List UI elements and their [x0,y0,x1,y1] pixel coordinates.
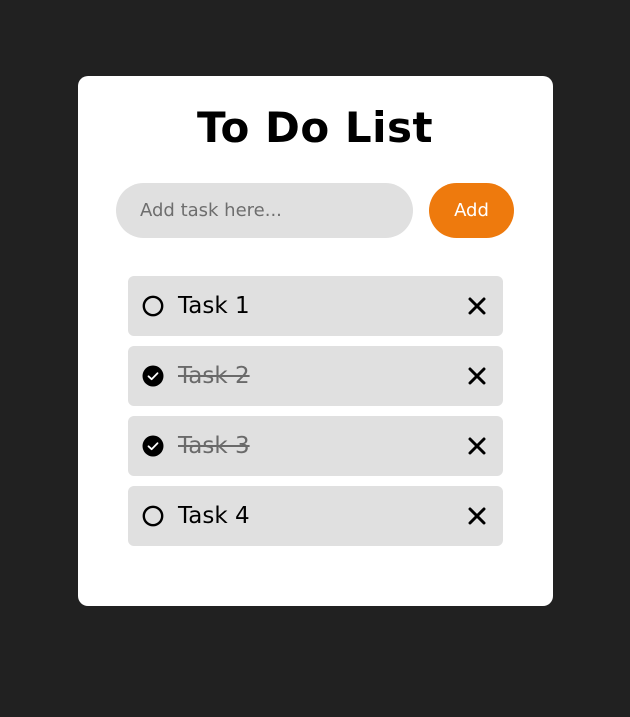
task-row[interactable]: Task 3 [128,416,503,476]
check-circle-icon[interactable] [142,435,164,457]
task-input[interactable] [116,183,413,238]
close-icon[interactable] [467,436,487,456]
close-icon[interactable] [467,366,487,386]
task-label: Task 1 [178,293,250,319]
close-icon[interactable] [467,506,487,526]
task-label: Task 2 [178,363,250,389]
close-icon[interactable] [467,296,487,316]
task-label: Task 4 [178,503,250,529]
circle-unchecked-icon[interactable] [142,505,164,527]
circle-unchecked-icon[interactable] [142,295,164,317]
task-row[interactable]: Task 4 [128,486,503,546]
add-button[interactable]: Add [429,183,514,238]
task-list: Task 1 Task 2 Task 3 Task 4 [128,276,503,556]
task-row[interactable]: Task 1 [128,276,503,336]
task-label: Task 3 [178,433,250,459]
check-circle-icon[interactable] [142,365,164,387]
page-title: To Do List [196,103,434,152]
task-row[interactable]: Task 2 [128,346,503,406]
